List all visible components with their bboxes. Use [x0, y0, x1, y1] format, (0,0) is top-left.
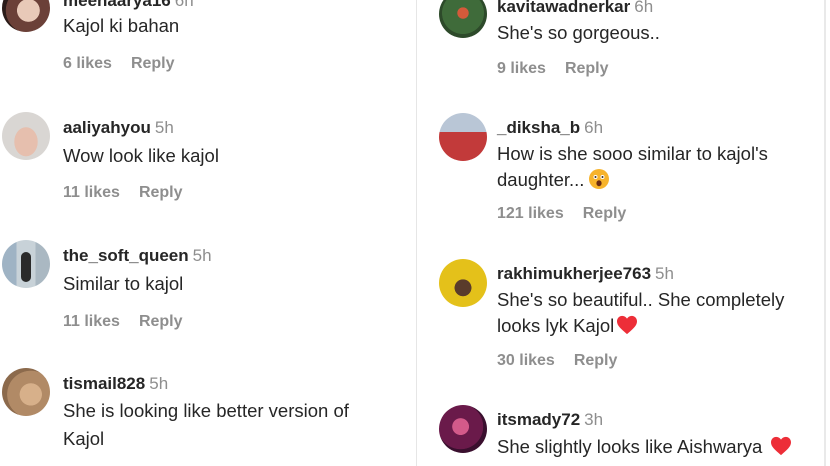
comments-column-right: kavitawadnerkar 6h She's so gorgeous.. 9 …	[416, 0, 830, 466]
comment-text-line: She slightly looks like Aishwarya	[497, 433, 792, 460]
comment-username[interactable]: tismail828	[63, 374, 145, 393]
comment-username[interactable]: kavitawadnerkar	[497, 0, 630, 16]
scrollbar-track[interactable]	[824, 0, 826, 466]
comment-username[interactable]: _diksha_b	[497, 118, 580, 137]
comment-username[interactable]: itsmady72	[497, 410, 580, 429]
reply-button[interactable]: Reply	[139, 184, 183, 201]
comment-text: Wow look like kajol	[63, 145, 219, 166]
avatar[interactable]	[439, 0, 487, 38]
comments-column-left: meenaarya16 6h Kajol ki bahan 6 likes Repl…	[0, 0, 416, 466]
comment-time: 5h	[192, 246, 212, 265]
reply-button[interactable]: Reply	[565, 60, 609, 77]
comment-time: 5h	[149, 374, 169, 393]
comment-text: Kajol ki bahan	[63, 15, 180, 36]
avatar[interactable]	[439, 113, 487, 161]
comment-text: Similar to kajol	[63, 273, 184, 294]
comment-text-line: looks lyk Kajol	[497, 312, 638, 339]
comment-text: She slightly looks like Aishwarya	[497, 436, 763, 457]
avatar[interactable]	[439, 259, 487, 307]
comment-text: Kajol	[63, 428, 105, 449]
reply-button[interactable]: Reply	[139, 313, 183, 330]
comment-time: 6h	[634, 0, 654, 16]
comment-time: 6h	[584, 118, 604, 137]
likes-count[interactable]: 121 likes	[497, 205, 564, 222]
heart-icon	[617, 315, 638, 335]
astonished-face-icon	[589, 169, 610, 189]
comment-time: 3h	[584, 410, 604, 429]
comment-username[interactable]: the_soft_queen	[63, 246, 189, 265]
reply-button[interactable]: Reply	[131, 55, 175, 72]
comment-text: looks lyk Kajol	[497, 315, 615, 336]
comment-time: 5h	[154, 118, 174, 137]
likes-count[interactable]: 9 likes	[497, 60, 546, 77]
comment-username[interactable]: rakhimukherjee763	[497, 264, 651, 283]
comment-username[interactable]: aaliyahyou	[63, 118, 151, 137]
likes-count[interactable]: 11 likes	[63, 184, 120, 201]
comment-text-line: daughter...	[497, 166, 610, 193]
likes-count[interactable]: 11 likes	[63, 313, 120, 330]
comment-text: She is looking like better version of	[63, 400, 349, 421]
avatar[interactable]	[439, 405, 487, 453]
avatar[interactable]	[2, 240, 50, 288]
likes-count[interactable]: 6 likes	[63, 55, 112, 72]
reply-button[interactable]: Reply	[583, 205, 627, 222]
comment-text: How is she sooo similar to kajol's	[497, 143, 768, 164]
reply-button[interactable]: Reply	[574, 352, 618, 369]
avatar[interactable]	[2, 368, 50, 416]
comment-text: She's so gorgeous..	[497, 22, 660, 43]
heart-icon	[771, 436, 792, 456]
likes-count[interactable]: 30 likes	[497, 352, 555, 369]
avatar[interactable]	[2, 0, 50, 32]
comment-time: 5h	[655, 264, 674, 283]
avatar[interactable]	[2, 112, 50, 160]
comment-username[interactable]: meenaarya16	[63, 0, 171, 10]
comment-text: daughter...	[497, 169, 585, 190]
comment-time: 6h	[174, 0, 194, 10]
comment-text: She's so beautiful.. She completely	[497, 289, 785, 310]
